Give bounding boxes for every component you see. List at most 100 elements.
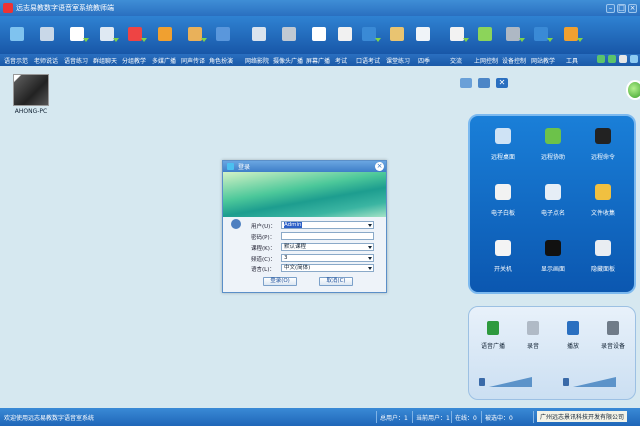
menu-item[interactable]: 上网控制 xyxy=(474,56,498,65)
menu-tool-icon-3[interactable] xyxy=(619,55,627,63)
menu-tool-icon-2[interactable] xyxy=(608,55,616,63)
lock-icon xyxy=(595,240,611,256)
grid-view-icon[interactable] xyxy=(460,78,472,88)
search-doc-icon xyxy=(416,27,430,41)
remote-assist-icon xyxy=(545,128,561,144)
user-label: 用户(U)： xyxy=(251,224,276,230)
toolbar-button-1[interactable] xyxy=(6,24,28,46)
menu-item[interactable]: 分组教学 xyxy=(122,56,146,65)
menu-item[interactable]: 角色扮演 xyxy=(209,56,233,65)
user-value: Admin xyxy=(284,222,302,228)
download-icon xyxy=(216,27,230,41)
function-hide-panel[interactable]: 隐藏面板 xyxy=(578,240,628,273)
maximize-button[interactable]: □ xyxy=(617,3,626,13)
list-view-icon[interactable] xyxy=(478,78,490,88)
chevron-down-icon xyxy=(368,224,372,227)
toolbar-button-15[interactable] xyxy=(412,24,434,46)
chevron-down-icon xyxy=(368,246,372,249)
toolbar-button-19[interactable] xyxy=(530,24,553,46)
menu-item[interactable]: 工具 xyxy=(566,56,578,65)
function-rollcall[interactable]: 电子点名 xyxy=(528,184,578,217)
menu-item[interactable]: 语音示范 xyxy=(4,56,28,65)
toolbar-button-14[interactable] xyxy=(386,24,408,46)
toolbar-button-6[interactable] xyxy=(154,24,176,46)
dialog-title: 登录 xyxy=(238,164,251,171)
audio-broadcast[interactable]: 语音广播 xyxy=(473,321,513,350)
app-logo-icon xyxy=(3,3,13,13)
toolbar-button-17[interactable] xyxy=(474,24,496,46)
right-panel: ✕ 远程桌面 远程协助 远程命令 电子白板 电子点名 文件收集 开关机 显示画面… xyxy=(456,66,640,408)
function-label: 电子点名 xyxy=(540,210,565,217)
toolbar-button-4[interactable] xyxy=(96,24,119,46)
dialog-body: 用户(U)： Admin 密码(P)： 课程(K)： 默认课程 频道(C)： 3… xyxy=(223,217,386,292)
function-remote-desktop[interactable]: 远程桌面 xyxy=(478,128,528,161)
toolbar-button-5[interactable] xyxy=(124,24,147,46)
collapse-panel-button[interactable] xyxy=(626,80,640,100)
menu-item[interactable]: 语音练习 xyxy=(64,56,88,65)
function-label: 电子白板 xyxy=(490,210,515,217)
mic-volume-level xyxy=(573,377,616,387)
audio-record[interactable]: 录音 xyxy=(513,321,553,350)
course-row: 课程(K)： 默认课程 xyxy=(223,243,388,252)
black-screen-icon xyxy=(545,240,561,256)
toolbar-button-10[interactable] xyxy=(278,24,300,46)
language-combo[interactable]: 中文(简体) xyxy=(281,264,374,272)
password-field[interactable] xyxy=(281,232,374,240)
audio-record-device[interactable]: 录音设备 xyxy=(593,321,633,350)
toolbar-button-7[interactable] xyxy=(184,24,207,46)
toolbar-button-11[interactable] xyxy=(308,24,330,46)
course-combo[interactable]: 默认课程 xyxy=(281,243,374,251)
menu-item[interactable]: 屏幕广播 xyxy=(306,56,330,65)
function-remote-command[interactable]: 远程命令 xyxy=(578,128,628,161)
user-combo[interactable]: Admin xyxy=(281,221,374,229)
menu-item[interactable]: 交流 xyxy=(450,56,462,65)
function-label: 远程桌面 xyxy=(490,154,515,161)
function-file-collect[interactable]: 文件收集 xyxy=(578,184,628,217)
toolbar-button-3[interactable] xyxy=(66,24,89,46)
power-icon xyxy=(495,240,511,256)
function-remote-assist[interactable]: 远程协助 xyxy=(528,128,578,161)
dialog-close-button[interactable]: × xyxy=(375,162,384,171)
view-tools: ✕ xyxy=(460,78,508,88)
student-computer[interactable]: AHONG-PC xyxy=(10,74,52,115)
menu-item[interactable]: 老师说话 xyxy=(34,56,58,65)
toolbar-button-18[interactable] xyxy=(502,24,525,46)
close-view-icon[interactable]: ✕ xyxy=(496,78,508,88)
menu-item[interactable]: 口语考试 xyxy=(356,56,380,65)
menu-item[interactable]: 群组聊天 xyxy=(93,56,117,65)
toolbar-button-16[interactable] xyxy=(446,24,469,46)
screen-icon xyxy=(312,27,326,41)
menu-tool-icon-4[interactable] xyxy=(630,55,638,63)
function-show-screen[interactable]: 显示画面 xyxy=(528,240,578,273)
toolbar-button-20[interactable] xyxy=(560,24,583,46)
function-power[interactable]: 开关机 xyxy=(478,240,528,273)
language-value: 中文(简体) xyxy=(284,265,311,271)
oral-exam-icon xyxy=(362,27,376,41)
company-link[interactable]: 广州远志景讯科技开发有限公司 xyxy=(537,411,628,422)
channel-combo[interactable]: 3 xyxy=(281,254,374,262)
menu-item[interactable]: 四季 xyxy=(418,56,430,65)
toolbar-button-12[interactable] xyxy=(334,24,356,46)
menu-item[interactable]: 同声传译 xyxy=(181,56,205,65)
close-window-button[interactable]: × xyxy=(628,3,637,13)
status-bar: 欢迎使用远志易教数字语音室系统 总用户：1 当前用户：1 在线：0 被选中：0 … xyxy=(0,408,640,426)
cancel-button[interactable]: 取消(C) xyxy=(319,277,353,286)
toolbar-button-8[interactable] xyxy=(212,24,234,46)
menu-item[interactable]: 设备控制 xyxy=(502,56,526,65)
menu-item[interactable]: 网络影院 xyxy=(245,56,269,65)
menu-tool-icon-1[interactable] xyxy=(597,55,605,63)
audio-play[interactable]: 播放 xyxy=(553,321,593,350)
login-button[interactable]: 登录(O) xyxy=(263,277,297,286)
menu-item[interactable]: 课堂练习 xyxy=(386,56,410,65)
status-online: 在线：0 xyxy=(455,415,477,422)
broadcast-monitor-icon xyxy=(487,321,499,335)
toolbar-button-13[interactable] xyxy=(358,24,381,46)
menu-item[interactable]: 摄像头广播 xyxy=(273,56,303,65)
toolbar-button-2[interactable] xyxy=(36,24,58,46)
menu-item[interactable]: 考试 xyxy=(335,56,347,65)
menu-item[interactable]: 多媒广播 xyxy=(152,56,176,65)
minimize-button[interactable]: – xyxy=(606,3,615,13)
menu-item[interactable]: 网站教学 xyxy=(531,56,555,65)
toolbar-button-9[interactable] xyxy=(248,24,270,46)
function-whiteboard[interactable]: 电子白板 xyxy=(478,184,528,217)
